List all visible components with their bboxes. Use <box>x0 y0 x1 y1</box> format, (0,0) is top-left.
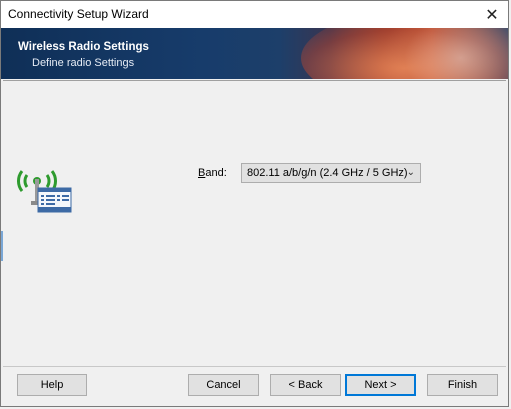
header-banner: Wireless Radio Settings Define radio Set… <box>1 28 508 79</box>
back-button[interactable]: < Back <box>270 374 341 396</box>
band-dropdown-value: 802.11 a/b/g/n (2.4 GHz / 5 GHz) <box>247 167 408 179</box>
left-edge-accent <box>1 231 3 261</box>
cancel-button[interactable]: Cancel <box>188 374 259 396</box>
title-bar: Connectivity Setup Wizard ✕ <box>1 1 508 28</box>
band-label: Band: <box>198 167 227 179</box>
page-subtitle: Define radio Settings <box>32 57 135 69</box>
help-button[interactable]: Help <box>17 374 87 396</box>
band-dropdown[interactable]: 802.11 a/b/g/n (2.4 GHz / 5 GHz) ⌄ <box>241 163 421 183</box>
window-title: Connectivity Setup Wizard <box>8 7 149 21</box>
footer-divider <box>3 366 506 367</box>
wireless-settings-icon <box>17 170 72 213</box>
next-button[interactable]: Next > <box>345 374 416 396</box>
page-title: Wireless Radio Settings <box>18 41 149 53</box>
finish-button[interactable]: Finish <box>427 374 498 396</box>
wizard-window: Connectivity Setup Wizard ✕ Wireless Rad… <box>0 0 509 407</box>
close-icon[interactable]: ✕ <box>476 1 508 28</box>
chevron-down-icon: ⌄ <box>406 167 415 178</box>
banner-decoration-highlight <box>381 28 508 79</box>
content-area <box>3 81 506 366</box>
